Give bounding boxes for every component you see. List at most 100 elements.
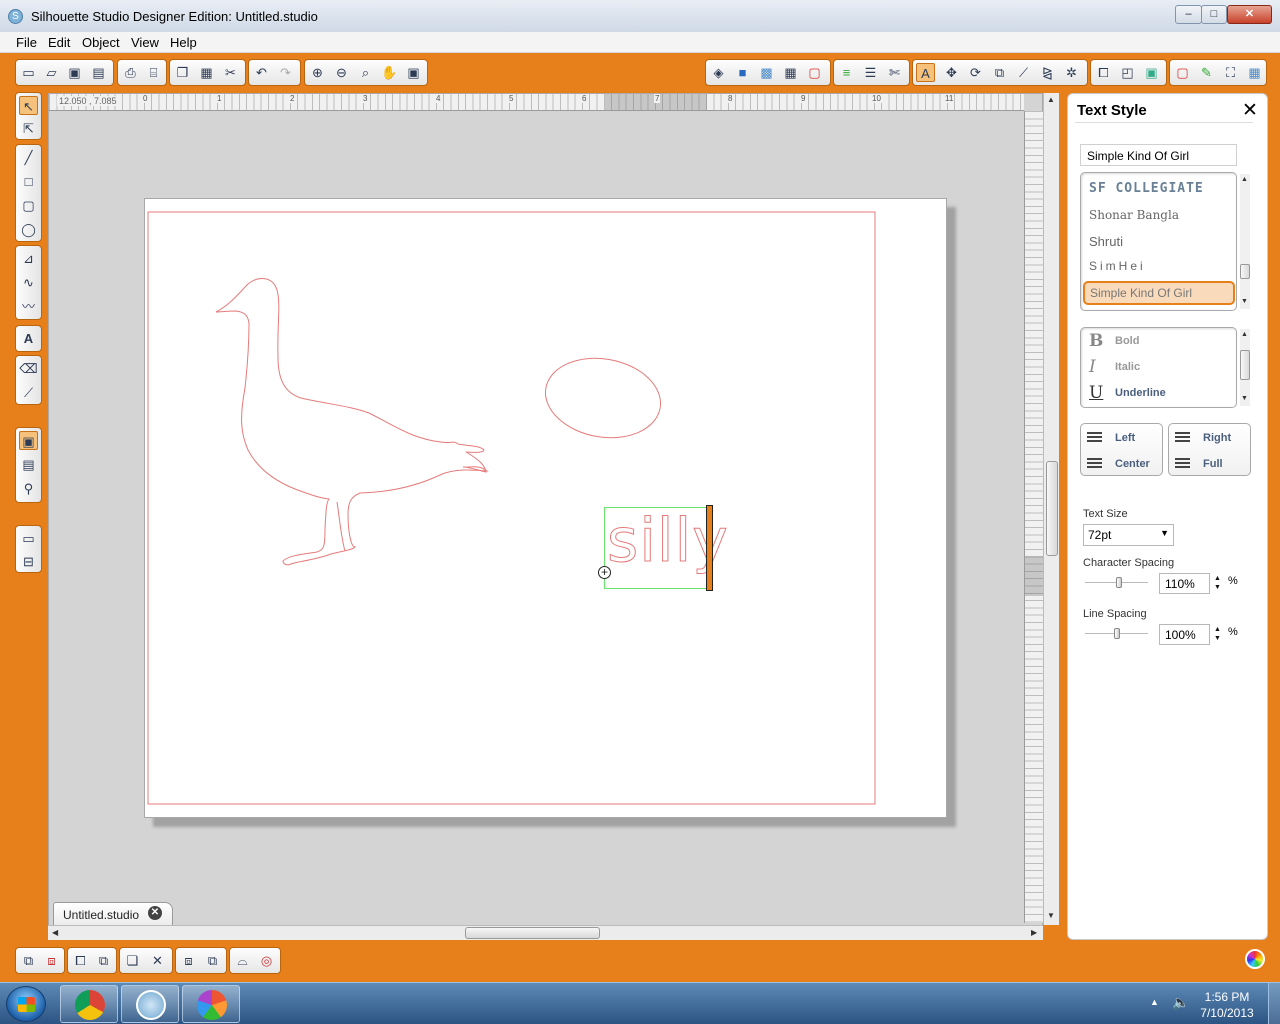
clock-date[interactable]: 7/10/2013 xyxy=(1196,1006,1258,1020)
line-color-icon[interactable]: ▢ xyxy=(805,63,824,82)
align-icon[interactable]: ✥ xyxy=(942,63,961,82)
horizontal-scroll-thumb[interactable] xyxy=(465,927,600,939)
font-list-scrollbar[interactable]: ▲ ▼ xyxy=(1240,174,1250,309)
oval-shape[interactable] xyxy=(539,350,667,447)
line-spacing-slider-knob[interactable] xyxy=(1113,628,1120,639)
sketch-icon[interactable]: ✎ xyxy=(1197,63,1216,82)
color-wheel-icon[interactable] xyxy=(1245,949,1265,969)
cut-style-icon[interactable]: ✄ xyxy=(885,63,904,82)
maximize-button[interactable]: □ xyxy=(1201,5,1227,24)
close-window-button[interactable]: ✕ xyxy=(1227,5,1272,24)
font-item[interactable]: Shonar Bangla xyxy=(1089,208,1179,222)
offset-icon[interactable]: ◎ xyxy=(257,951,276,970)
page-panel-icon[interactable]: ▣ xyxy=(19,431,38,450)
start-button[interactable] xyxy=(6,986,46,1022)
bring-to-front-icon[interactable]: ⧈ xyxy=(179,951,198,970)
font-item[interactable]: SimHei xyxy=(1089,259,1146,273)
knife-tool-icon[interactable]: ⟋ xyxy=(19,383,38,402)
make-compound-icon[interactable]: ⧠ xyxy=(71,951,90,970)
volume-icon[interactable]: 🔈 xyxy=(1172,994,1189,1011)
eraser-tool-icon[interactable]: ⌫ xyxy=(19,359,38,378)
scroll-down-icon[interactable]: ▼ xyxy=(1047,911,1055,920)
show-hidden-icons-icon[interactable]: ▲ xyxy=(1150,997,1159,1007)
page-setup-icon[interactable]: ▢ xyxy=(1173,63,1192,82)
menu-file[interactable]: File xyxy=(16,35,37,50)
cut-icon[interactable]: ✂ xyxy=(221,63,240,82)
font-item[interactable]: SF COLLEGIATE xyxy=(1089,181,1204,196)
scroll-right-icon[interactable]: ▶ xyxy=(1031,928,1037,937)
zoom-select-icon[interactable]: ⌕ xyxy=(356,63,375,82)
ellipse-tool-icon[interactable]: ◯ xyxy=(19,220,38,239)
character-spacing-input[interactable]: 110% xyxy=(1159,573,1210,594)
grid-icon[interactable]: ▦ xyxy=(1245,63,1264,82)
character-spacing-slider[interactable] xyxy=(1085,577,1148,588)
text-tool-icon[interactable]: A xyxy=(19,329,38,348)
open-file-icon[interactable]: ▱ xyxy=(42,63,61,82)
scroll-left-icon[interactable]: ◀ xyxy=(52,928,58,937)
mirror-icon[interactable]: ⧎ xyxy=(1038,63,1057,82)
gradient-icon[interactable]: ■ xyxy=(733,63,752,82)
weld-icon[interactable]: ⌓ xyxy=(233,951,252,970)
online-store-icon[interactable]: ◰ xyxy=(1118,63,1137,82)
style-list-scroll-thumb[interactable] xyxy=(1240,350,1250,380)
polygon-tool-icon[interactable]: ⊿ xyxy=(19,249,38,268)
taskbar-chrome[interactable] xyxy=(60,985,118,1023)
taskbar-silhouette[interactable] xyxy=(121,985,179,1023)
vertical-scroll-thumb[interactable] xyxy=(1046,461,1058,556)
scroll-down-icon[interactable]: ▼ xyxy=(1241,298,1248,305)
redo-icon[interactable]: ↷ xyxy=(276,63,295,82)
font-item-selected[interactable]: Simple Kind Of Girl xyxy=(1083,281,1235,305)
fill-panel-icon[interactable]: ▦ xyxy=(781,63,800,82)
taskbar-picasa[interactable] xyxy=(182,985,240,1023)
new-file-icon[interactable]: ▭ xyxy=(19,63,38,82)
line-width-icon[interactable]: ☰ xyxy=(861,63,880,82)
freehand-tool-icon[interactable]: 〰 xyxy=(19,297,38,316)
font-list-scroll-thumb[interactable] xyxy=(1240,264,1250,279)
vertical-scrollbar[interactable]: ▲ ▼ xyxy=(1043,93,1059,925)
show-desktop-button[interactable] xyxy=(1268,983,1280,1024)
scroll-down-icon[interactable]: ▼ xyxy=(1241,395,1248,402)
single-view-icon[interactable]: ▭ xyxy=(19,529,38,548)
line-spacing-stepper-icon[interactable]: ▲ ▼ xyxy=(1214,625,1221,643)
panel-close-icon[interactable]: ✕ xyxy=(1242,99,1258,122)
shear-icon[interactable]: ⟋ xyxy=(1014,63,1033,82)
style-list-scrollbar[interactable]: ▲ ▼ xyxy=(1240,329,1250,406)
scroll-up-icon[interactable]: ▲ xyxy=(1241,176,1248,183)
scroll-up-icon[interactable]: ▲ xyxy=(1241,331,1248,338)
rounded-rect-tool-icon[interactable]: ▢ xyxy=(19,196,38,215)
line-tool-icon[interactable]: ╱ xyxy=(19,148,38,167)
menu-view[interactable]: View xyxy=(131,35,159,50)
line-style-icon[interactable]: ≡ xyxy=(837,63,856,82)
zoom-out-icon[interactable]: ⊖ xyxy=(332,63,351,82)
minimize-button[interactable]: – xyxy=(1175,5,1202,24)
fill-color-icon[interactable]: ◈ xyxy=(709,63,728,82)
character-spacing-stepper-icon[interactable]: ▲ ▼ xyxy=(1214,574,1221,592)
goose-shape[interactable] xyxy=(215,278,489,566)
fullscreen-icon[interactable]: ⛶ xyxy=(1221,63,1240,82)
print-icon[interactable]: ⎙ xyxy=(121,63,140,82)
scroll-up-icon[interactable]: ▲ xyxy=(1047,95,1055,104)
print-and-cut-icon[interactable]: ⌸ xyxy=(144,63,163,82)
duplicate-icon[interactable]: ❏ xyxy=(123,951,142,970)
font-list[interactable]: SF COLLEGIATE Shonar Bangla Shruti SimHe… xyxy=(1080,172,1237,311)
zoom-in-icon[interactable]: ⊕ xyxy=(308,63,327,82)
rotate-icon[interactable]: ⟳ xyxy=(966,63,985,82)
line-spacing-input[interactable]: 100% xyxy=(1159,624,1210,645)
line-spacing-slider[interactable] xyxy=(1085,628,1148,639)
clock-time[interactable]: 1:56 PM xyxy=(1196,990,1258,1004)
text-cursor-bar[interactable] xyxy=(706,505,713,591)
pattern-icon[interactable]: ▩ xyxy=(757,63,776,82)
rectangle-tool-icon[interactable]: □ xyxy=(19,172,38,191)
release-compound-icon[interactable]: ⧉ xyxy=(94,951,113,970)
split-view-icon[interactable]: ⊟ xyxy=(19,552,38,571)
trace-panel-icon[interactable]: ⚲ xyxy=(19,479,38,498)
replicate-icon[interactable]: ✲ xyxy=(1062,63,1081,82)
menu-object[interactable]: Object xyxy=(82,35,120,50)
save-icon[interactable]: ▣ xyxy=(65,63,84,82)
character-spacing-slider-knob[interactable] xyxy=(1116,577,1123,588)
edit-points-icon[interactable]: ⇱ xyxy=(19,119,38,138)
scale-icon[interactable]: ⧉ xyxy=(990,63,1009,82)
curve-tool-icon[interactable]: ∿ xyxy=(19,273,38,292)
send-to-back-icon[interactable]: ⧉ xyxy=(203,951,222,970)
delete-icon[interactable]: ✕ xyxy=(148,951,167,970)
